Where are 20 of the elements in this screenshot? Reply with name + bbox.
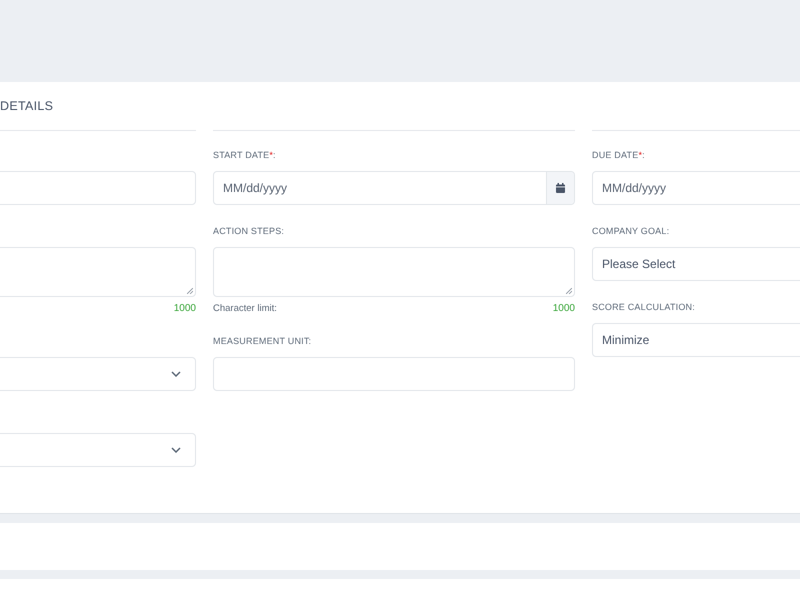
field-label: ACTION STEPS:	[213, 226, 284, 236]
calendar-button[interactable]	[546, 172, 574, 204]
calendar-icon	[556, 183, 565, 193]
field-label: COMPANY GOAL:	[592, 226, 670, 236]
character-count: 1000	[552, 302, 575, 314]
select-field[interactable]: Please Select	[592, 247, 800, 281]
character-count: 1000	[174, 302, 196, 314]
resize-handle-icon[interactable]	[566, 288, 572, 294]
text-field[interactable]	[213, 357, 575, 391]
text-area[interactable]	[213, 247, 575, 297]
date-field[interactable]: MM/dd/yyyy	[592, 171, 800, 205]
field-label: START DATE*:	[213, 150, 276, 160]
resize-handle-icon[interactable]	[187, 288, 193, 294]
character-limit-label: Character limit:	[213, 302, 277, 314]
field-label: MEASUREMENT UNIT:	[213, 336, 312, 346]
field-label: SCORE CALCULATION:	[592, 302, 695, 312]
field-label: DUE DATE*:	[592, 150, 645, 160]
card-title: DETAILS	[0, 99, 54, 113]
select-field[interactable]: Minimize	[592, 323, 800, 357]
date-field[interactable]: MM/dd/yyyy	[213, 171, 575, 205]
